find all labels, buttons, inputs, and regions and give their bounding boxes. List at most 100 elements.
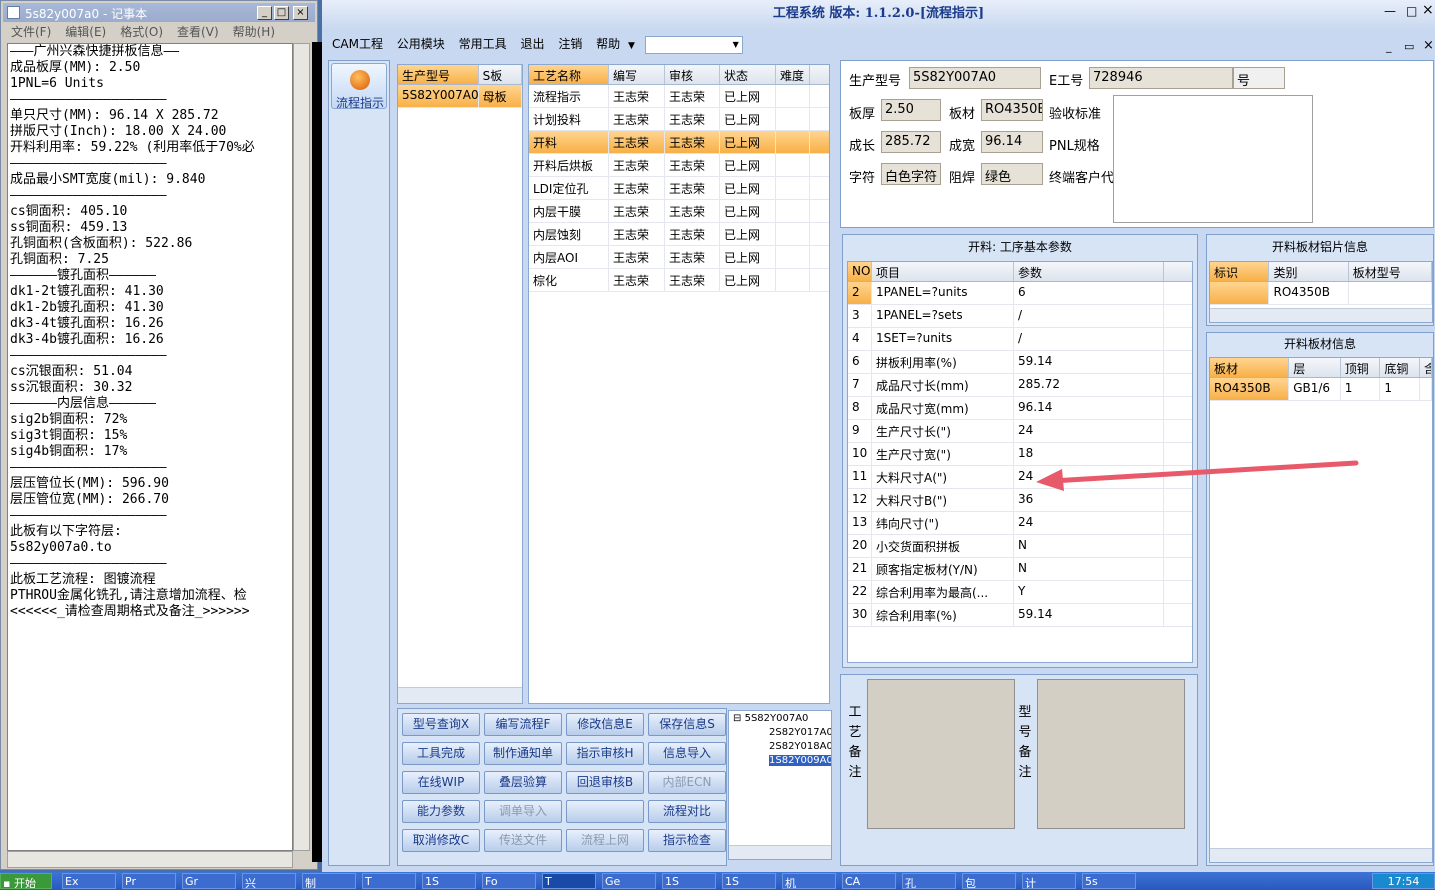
module-select[interactable]: ▼ <box>644 35 743 54</box>
action-button[interactable]: 内部ECN <box>648 771 726 794</box>
col-header-item[interactable]: 项目 <box>872 262 1014 281</box>
process-remark-textarea[interactable] <box>867 679 1015 829</box>
table-row[interactable]: RO4350B GB1/6 1 1 <box>1210 378 1432 401</box>
menu-help[interactable]: 帮助 <box>596 32 620 56</box>
app-maximize-button[interactable]: □ <box>1406 4 1417 18</box>
menu-format[interactable]: 格式(O) <box>120 25 163 39</box>
taskbar-item[interactable]: CA <box>842 873 896 889</box>
table-row[interactable]: 20 小交货面积拼板 N <box>848 535 1192 558</box>
action-button[interactable]: 制作通知单 <box>484 742 562 765</box>
mdi-minimize-button[interactable]: _ <box>1386 40 1392 53</box>
action-button[interactable]: 信息导入 <box>648 742 726 765</box>
tree-node[interactable]: 2S82Y017A0 <box>769 727 831 738</box>
col-header-layer[interactable]: 层 <box>1289 358 1341 377</box>
wid-field[interactable]: 96.14 <box>981 131 1043 153</box>
col-header-value[interactable]: 参数 <box>1014 262 1164 281</box>
taskbar-item[interactable]: 孔 <box>902 873 956 889</box>
horizontal-scrollbar[interactable] <box>7 851 293 868</box>
menu-tools[interactable]: 常用工具 <box>459 32 507 56</box>
blank-button[interactable] <box>566 800 644 823</box>
action-button[interactable]: 指示审核H <box>566 742 644 765</box>
prod-field[interactable]: 5S82Y007A0 <box>909 67 1041 89</box>
len-field[interactable]: 285.72 <box>881 131 941 153</box>
mdi-close-button[interactable]: × <box>1423 38 1434 53</box>
action-button[interactable]: 型号查询X <box>402 713 480 736</box>
table-row[interactable]: 内层AOI 王志荣 王志荣 已上网 <box>529 246 829 269</box>
col-header-bottom-copper[interactable]: 底铜 <box>1380 358 1421 377</box>
col-header-tag[interactable]: 标识 <box>1210 262 1270 281</box>
col-header-author[interactable]: 编写 <box>609 65 665 84</box>
table-row[interactable]: 棕化 王志荣 王志荣 已上网 <box>529 269 829 292</box>
taskbar-item[interactable]: 1S <box>662 873 716 889</box>
col-header-reviewer[interactable]: 审核 <box>665 65 720 84</box>
action-button[interactable]: 流程上网 <box>566 829 644 852</box>
menu-edit[interactable]: 编辑(E) <box>65 25 106 39</box>
char-field[interactable]: 白色字符 <box>881 163 941 185</box>
taskbar-item[interactable]: 1S <box>722 873 776 889</box>
table-row[interactable]: 开料后烘板 王志荣 王志荣 已上网 <box>529 154 829 177</box>
table-row[interactable]: 30 综合利用率(%) 59.14 <box>848 604 1192 627</box>
action-button[interactable]: 叠层验算 <box>484 771 562 794</box>
maximize-button[interactable]: □ <box>274 6 289 20</box>
col-header-top-copper[interactable]: 顶铜 <box>1341 358 1381 377</box>
action-button[interactable]: 调单导入 <box>484 800 562 823</box>
close-button[interactable]: × <box>293 6 308 20</box>
app-minimize-button[interactable]: — <box>1384 4 1396 18</box>
sheet-pic-hscroll[interactable] <box>1210 308 1432 322</box>
menu-help[interactable]: 帮助(H) <box>233 25 275 39</box>
taskbar-item[interactable]: Ge <box>602 873 656 889</box>
notepad-text-area[interactable]: ———广州兴森快捷拼板信息—— 成品板厚(MM): 2.50 1PNL=6 Unit… <box>7 43 293 851</box>
mask-field[interactable]: 绿色 <box>981 163 1043 185</box>
table-row[interactable]: 内层蚀刻 王志荣 王志荣 已上网 <box>529 223 829 246</box>
action-button[interactable]: 传送文件 <box>484 829 562 852</box>
taskbar-item[interactable]: Pr <box>122 873 176 889</box>
col-header-difficulty[interactable]: 难度 <box>776 65 810 84</box>
menu-cam[interactable]: CAM工程 <box>332 32 383 56</box>
tree-node[interactable]: 1S82Y009A0 <box>769 755 831 766</box>
table-row[interactable]: 21 顾客指定板材(Y/N) N <box>848 558 1192 581</box>
start-button[interactable]: ▪ 开始 <box>0 873 52 889</box>
table-row[interactable]: 4 1SET=?units / <box>848 328 1192 351</box>
action-button[interactable]: 流程对比 <box>648 800 726 823</box>
table-row[interactable]: 内层干膜 王志荣 王志荣 已上网 <box>529 200 829 223</box>
action-button[interactable]: 能力参数 <box>402 800 480 823</box>
taskbar-item[interactable]: 计 <box>1022 873 1076 889</box>
col-header-model[interactable]: 生产型号 <box>398 65 479 84</box>
col-header-sheet-model[interactable]: 板材型号 <box>1349 262 1432 281</box>
menu-chevron-down-icon[interactable]: ▼ <box>628 34 635 58</box>
table-row[interactable]: 13 纬向尺寸(") 24 <box>848 512 1192 535</box>
action-button[interactable]: 保存信息S <box>648 713 726 736</box>
tree-collapse-icon[interactable]: ⊟ <box>733 713 741 724</box>
menu-file[interactable]: 文件(F) <box>11 25 51 39</box>
col-header-type[interactable]: 类别 <box>1269 262 1349 281</box>
col-header-contains[interactable]: 含 <box>1420 358 1432 377</box>
tree-hscroll[interactable] <box>729 845 831 859</box>
flow-button[interactable]: 流程指示 <box>331 63 387 110</box>
table-row[interactable]: 3 1PANEL=?sets / <box>848 305 1192 328</box>
tree-node[interactable]: 2S82Y018A0 <box>769 741 831 752</box>
taskbar-item[interactable]: 兴 <box>242 873 296 889</box>
app-close-button[interactable]: × <box>1422 2 1434 18</box>
e-field[interactable]: 728946 <box>1089 67 1233 89</box>
model-remark-textarea[interactable] <box>1037 679 1185 829</box>
menu-logout[interactable]: 注销 <box>558 32 582 56</box>
taskbar-item[interactable]: 包 <box>962 873 1016 889</box>
taskbar-item[interactable]: Fo <box>482 873 536 889</box>
menu-exit[interactable]: 退出 <box>520 32 544 56</box>
action-button[interactable]: 回退审核B <box>566 771 644 794</box>
model-hscroll[interactable] <box>398 687 522 703</box>
action-button[interactable]: 工具完成 <box>402 742 480 765</box>
table-row[interactable]: 7 成品尺寸长(mm) 285.72 <box>848 374 1192 397</box>
table-row[interactable]: 2 1PANEL=?units 6 <box>848 282 1192 305</box>
col-header-no[interactable]: NO <box>848 262 872 281</box>
taskbar-item[interactable]: Gr <box>182 873 236 889</box>
mat-field[interactable]: RO4350E <box>981 99 1043 121</box>
minimize-button[interactable]: _ <box>257 6 272 20</box>
action-button[interactable]: 修改信息E <box>566 713 644 736</box>
col-header-s-board[interactable]: S板 <box>479 65 522 84</box>
taskbar-item[interactable]: Ex <box>62 873 116 889</box>
taskbar-item[interactable]: 5s <box>1082 873 1136 889</box>
action-button[interactable]: 在线WIP <box>402 771 480 794</box>
sheet-info-hscroll[interactable] <box>1210 848 1432 862</box>
table-row[interactable]: 5S82Y007A0 母板 <box>398 85 522 108</box>
